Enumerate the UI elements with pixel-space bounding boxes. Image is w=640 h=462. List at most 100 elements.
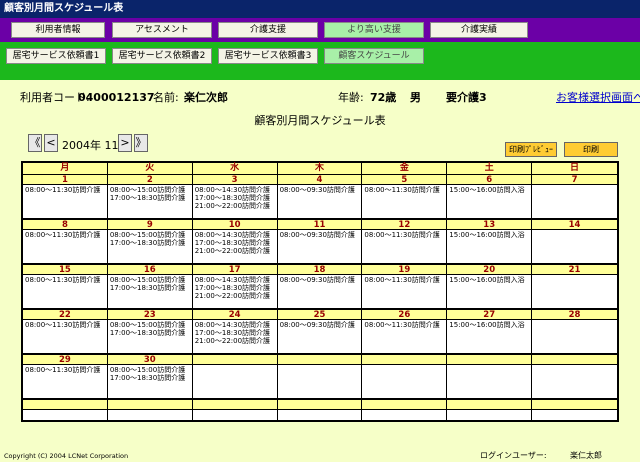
- schedule-entry[interactable]: 08:00～09:30訪問介護: [280, 321, 360, 329]
- day-cell[interactable]: 08:00～11:30訪問介護: [362, 275, 448, 310]
- next-month-button[interactable]: >: [118, 134, 132, 152]
- schedule-entry[interactable]: 08:00～11:30訪問介護: [364, 276, 444, 284]
- last-month-button[interactable]: 》: [134, 134, 148, 152]
- day-cell[interactable]: 08:00～15:00訪問介護 17:00～18:30訪問介護: [107, 320, 193, 355]
- day-cell[interactable]: 08:00～11:30訪問介護: [362, 185, 448, 220]
- menu-user-info-button[interactable]: 利用者情報: [11, 22, 105, 38]
- schedule-entry[interactable]: 15:00～16:00訪問入浴: [449, 276, 529, 284]
- day-cell[interactable]: [532, 365, 617, 400]
- day-cell[interactable]: [192, 365, 278, 400]
- submenu-customer-schedule-button[interactable]: 顧客スケジュール: [324, 48, 424, 64]
- day-cell[interactable]: [362, 410, 448, 420]
- menu-care-record-button[interactable]: 介護実績: [430, 22, 528, 38]
- schedule-entry[interactable]: 21:00～22:00訪問介護: [195, 292, 275, 300]
- day-cell[interactable]: 08:00～15:00訪問介護 17:00～18:30訪問介護: [107, 365, 193, 400]
- day-cell[interactable]: [532, 410, 617, 420]
- schedule-entry[interactable]: 21:00～22:00訪問介護: [195, 247, 275, 255]
- day-cell[interactable]: 08:00～11:30訪問介護: [23, 365, 108, 400]
- schedule-entry[interactable]: 08:00～11:30訪問介護: [364, 231, 444, 239]
- schedule-entry[interactable]: 08:00～09:30訪問介護: [280, 231, 360, 239]
- day-cell[interactable]: [532, 275, 617, 310]
- schedule-entry[interactable]: 21:00～22:00訪問介護: [195, 337, 275, 345]
- day-cell[interactable]: [277, 365, 363, 400]
- print-button[interactable]: 印刷: [564, 142, 618, 157]
- day-cell[interactable]: [277, 410, 363, 420]
- schedule-entry[interactable]: 08:00～14:30訪問介護: [195, 276, 275, 284]
- schedule-entry[interactable]: 15:00～16:00訪問入浴: [449, 231, 529, 239]
- customer-select-link[interactable]: お客様選択画面へ: [556, 92, 640, 104]
- day-cell[interactable]: 08:00～14:30訪問介護 17:00～18:30訪問介護 21:00～22:0…: [192, 320, 278, 355]
- day-cell[interactable]: 08:00～09:30訪問介護: [277, 230, 363, 265]
- day-cell[interactable]: 08:00～11:30訪問介護: [23, 275, 108, 310]
- day-cell[interactable]: 08:00～14:30訪問介護 17:00～18:30訪問介護 21:00～22:0…: [192, 185, 278, 220]
- day-number: 8: [23, 220, 108, 230]
- day-cell[interactable]: 08:00～09:30訪問介護: [277, 185, 363, 220]
- schedule-entry[interactable]: 08:00～14:30訪問介護: [195, 186, 275, 194]
- day-cell[interactable]: [532, 185, 617, 220]
- submenu-request1-button[interactable]: 居宅サービス依頼書1: [6, 48, 106, 64]
- day-cell[interactable]: [192, 410, 278, 420]
- day-cell[interactable]: 15:00～16:00訪問入浴: [447, 275, 533, 310]
- schedule-entry[interactable]: 08:00～09:30訪問介護: [280, 186, 360, 194]
- schedule-entry[interactable]: 08:00～15:00訪問介護: [110, 366, 190, 374]
- schedule-entry[interactable]: 08:00～15:00訪問介護: [110, 321, 190, 329]
- day-cell[interactable]: [447, 365, 533, 400]
- day-cell[interactable]: 15:00～16:00訪問入浴: [447, 230, 533, 265]
- schedule-entry[interactable]: 17:00～18:30訪問介護: [195, 239, 275, 247]
- schedule-entry[interactable]: 17:00～18:30訪問介護: [110, 284, 190, 292]
- day-number: 9: [107, 220, 193, 230]
- schedule-entry[interactable]: 17:00～18:30訪問介護: [195, 194, 275, 202]
- day-cell[interactable]: [532, 320, 617, 355]
- schedule-entry[interactable]: 08:00～09:30訪問介護: [280, 276, 360, 284]
- day-cell[interactable]: [532, 230, 617, 265]
- schedule-entry[interactable]: 08:00～14:30訪問介護: [195, 231, 275, 239]
- day-cell[interactable]: 08:00～09:30訪問介護: [277, 320, 363, 355]
- day-cell[interactable]: [23, 410, 108, 420]
- schedule-entry[interactable]: 08:00～11:30訪問介護: [25, 366, 105, 374]
- day-cell[interactable]: 08:00～11:30訪問介護: [362, 320, 448, 355]
- day-cell[interactable]: [107, 410, 193, 420]
- day-cell[interactable]: 15:00～16:00訪問入浴: [447, 185, 533, 220]
- day-cell[interactable]: 08:00～15:00訪問介護 17:00～18:30訪問介護: [107, 275, 193, 310]
- schedule-entry[interactable]: 17:00～18:30訪問介護: [110, 194, 190, 202]
- submenu-request2-button[interactable]: 居宅サービス依頼書2: [112, 48, 212, 64]
- menu-higher-support-button[interactable]: より高い支援: [324, 22, 424, 38]
- schedule-entry[interactable]: 08:00～11:30訪問介護: [25, 231, 105, 239]
- schedule-entry[interactable]: 08:00～14:30訪問介護: [195, 321, 275, 329]
- day-cell[interactable]: 08:00～11:30訪問介護: [362, 230, 448, 265]
- menu-care-support-button[interactable]: 介護支援: [218, 22, 318, 38]
- schedule-entry[interactable]: 15:00～16:00訪問入浴: [449, 186, 529, 194]
- schedule-entry[interactable]: 08:00～11:30訪問介護: [25, 276, 105, 284]
- schedule-entry[interactable]: 17:00～18:30訪問介護: [195, 329, 275, 337]
- day-number-row: 1234567: [23, 175, 617, 185]
- schedule-entry[interactable]: 08:00～15:00訪問介護: [110, 276, 190, 284]
- schedule-entry[interactable]: 08:00～15:00訪問介護: [110, 231, 190, 239]
- day-cell[interactable]: [362, 365, 448, 400]
- first-month-button[interactable]: 《: [28, 134, 42, 152]
- schedule-entry[interactable]: 17:00～18:30訪問介護: [110, 239, 190, 247]
- day-cell[interactable]: 08:00～09:30訪問介護: [277, 275, 363, 310]
- schedule-entry[interactable]: 08:00～11:30訪問介護: [25, 186, 105, 194]
- day-cell[interactable]: 15:00～16:00訪問入浴: [447, 320, 533, 355]
- day-cell[interactable]: 08:00～15:00訪問介護 17:00～18:30訪問介護: [107, 230, 193, 265]
- day-cell[interactable]: 08:00～11:30訪問介護: [23, 185, 108, 220]
- schedule-entry[interactable]: 17:00～18:30訪問介護: [110, 374, 190, 382]
- print-preview-button[interactable]: 印刷ﾌﾟﾚﾋﾞｭｰ: [505, 142, 557, 157]
- day-cell[interactable]: 08:00～11:30訪問介護: [23, 230, 108, 265]
- day-cell[interactable]: [447, 410, 533, 420]
- schedule-entry[interactable]: 08:00～11:30訪問介護: [364, 186, 444, 194]
- day-cell[interactable]: 08:00～15:00訪問介護 17:00～18:30訪問介護: [107, 185, 193, 220]
- schedule-entry[interactable]: 17:00～18:30訪問介護: [110, 329, 190, 337]
- day-cell[interactable]: 08:00～14:30訪問介護 17:00～18:30訪問介護 21:00～22:0…: [192, 230, 278, 265]
- schedule-entry[interactable]: 08:00～11:30訪問介護: [25, 321, 105, 329]
- schedule-entry[interactable]: 17:00～18:30訪問介護: [195, 284, 275, 292]
- schedule-entry[interactable]: 08:00～11:30訪問介護: [364, 321, 444, 329]
- menu-assessment-button[interactable]: アセスメント: [112, 22, 212, 38]
- day-cell[interactable]: 08:00～14:30訪問介護 17:00～18:30訪問介護 21:00～22:0…: [192, 275, 278, 310]
- schedule-entry[interactable]: 15:00～16:00訪問入浴: [449, 321, 529, 329]
- schedule-entry[interactable]: 21:00～22:00訪問介護: [195, 202, 275, 210]
- day-cell[interactable]: 08:00～11:30訪問介護: [23, 320, 108, 355]
- prev-month-button[interactable]: <: [44, 134, 58, 152]
- submenu-request3-button[interactable]: 居宅サービス依頼書3: [218, 48, 318, 64]
- schedule-entry[interactable]: 08:00～15:00訪問介護: [110, 186, 190, 194]
